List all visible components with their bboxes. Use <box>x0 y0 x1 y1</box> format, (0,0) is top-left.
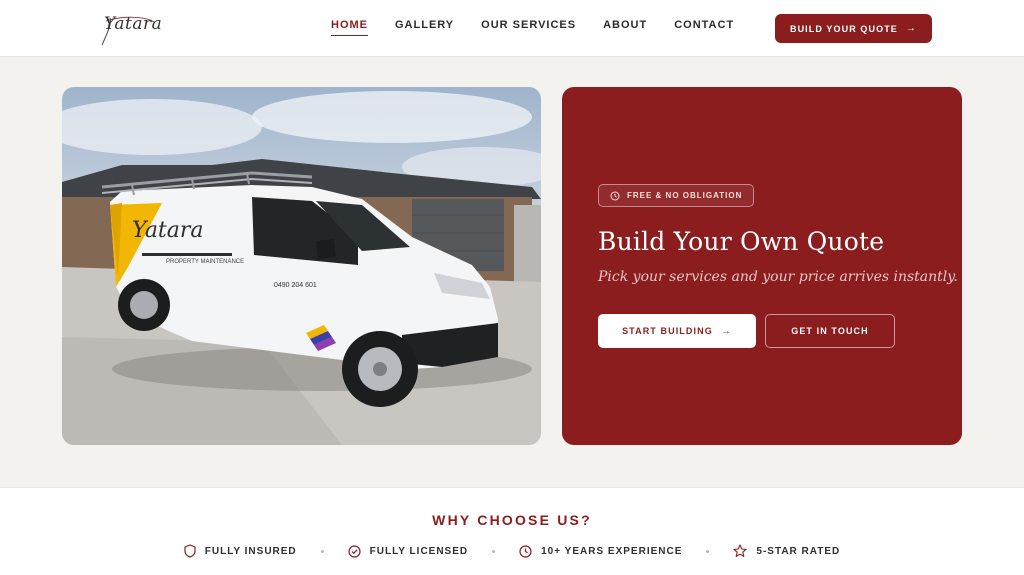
arrow-right-icon: → <box>905 23 918 34</box>
feature-label: FULLY INSURED <box>204 545 297 557</box>
logo-text: Yatara <box>104 14 163 34</box>
build-quote-label: BUILD YOUR QUOTE <box>789 23 898 34</box>
why-choose-us-section: WHY CHOOSE US? FULLY INSURED FULLY LICEN… <box>0 487 1024 575</box>
build-quote-button[interactable]: BUILD YOUR QUOTE → <box>775 14 932 43</box>
quote-hero-card: FREE & NO OBLIGATION Build Your Own Quot… <box>562 87 962 445</box>
van-logo-text: Yatara <box>132 218 204 243</box>
arrow-right-icon: → <box>720 325 732 337</box>
nav-contact[interactable]: CONTACT <box>674 19 734 36</box>
feature-label: 5-STAR RATED <box>756 545 841 557</box>
nav-our-services[interactable]: OUR SERVICES <box>481 19 576 36</box>
check-circle-icon <box>348 544 361 558</box>
feature-list: FULLY INSURED FULLY LICENSED 10+ YEARS E… <box>0 544 1024 558</box>
hero-photo: Yatara PROPERTY MAINTENANCE 0490 204 601 <box>62 87 541 445</box>
feature-experience: 10+ YEARS EXPERIENCE <box>519 544 683 558</box>
van-phone: 0490 204 601 <box>274 282 317 289</box>
clock-icon <box>610 191 620 200</box>
badge-label: FREE & NO OBLIGATION <box>627 191 743 200</box>
nav-about[interactable]: ABOUT <box>603 19 647 36</box>
nav-gallery[interactable]: GALLERY <box>395 19 454 36</box>
separator-dot <box>320 549 324 553</box>
van-illustration: Yatara PROPERTY MAINTENANCE 0490 204 601 <box>62 87 541 445</box>
start-building-button[interactable]: START BUILDING → <box>598 314 756 348</box>
shield-icon <box>184 544 196 558</box>
feature-licensed: FULLY LICENSED <box>348 544 469 558</box>
nav-home[interactable]: HOME <box>331 19 368 36</box>
feature-label: 10+ YEARS EXPERIENCE <box>541 545 683 557</box>
separator-dot <box>706 549 710 553</box>
logo[interactable]: Yatara <box>98 12 162 48</box>
get-in-touch-label: GET IN TOUCH <box>791 326 869 336</box>
free-badge: FREE & NO OBLIGATION <box>598 184 755 207</box>
main-nav: HOME GALLERY OUR SERVICES ABOUT CONTACT <box>331 19 761 36</box>
start-building-label: START BUILDING <box>622 326 713 336</box>
hero-title: Build Your Own Quote <box>598 227 885 256</box>
get-in-touch-button[interactable]: GET IN TOUCH <box>765 314 895 348</box>
feature-rated: 5-STAR RATED <box>733 544 840 558</box>
van-tagline: PROPERTY MAINTENANCE <box>166 259 244 265</box>
hero-subtitle: Pick your services and your price arrive… <box>598 269 958 285</box>
site-header: Yatara HOME GALLERY OUR SERVICES ABOUT C… <box>0 0 1024 57</box>
feature-insured: FULLY INSURED <box>184 544 297 558</box>
clock-icon <box>519 544 532 558</box>
separator-dot <box>492 549 496 553</box>
section-title: WHY CHOOSE US? <box>432 512 592 528</box>
star-icon <box>733 544 747 557</box>
feature-label: FULLY LICENSED <box>369 545 469 557</box>
